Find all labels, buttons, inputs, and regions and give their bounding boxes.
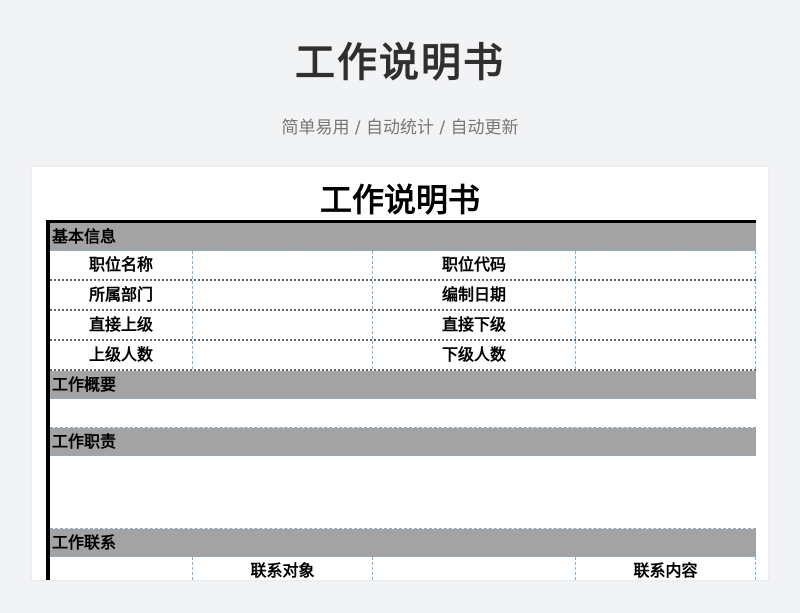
value-cell[interactable] (193, 311, 373, 339)
section-basic-info: 基本信息 (50, 223, 756, 251)
table-row: 直接上级 直接下级 (50, 311, 756, 341)
label-cell: 直接上级 (50, 311, 193, 339)
label-cell: 直接下级 (373, 311, 576, 339)
blank-cell (50, 557, 193, 580)
document-sheet: 工作说明书 基本信息 职位名称 职位代码 所属部门 编制日期 直接上级 直接下级… (32, 167, 768, 580)
page-title: 工作说明书 (295, 40, 505, 86)
label-cell: 职位代码 (373, 251, 576, 279)
label-cell: 编制日期 (373, 281, 576, 309)
value-cell[interactable] (576, 341, 756, 369)
sheet-title: 工作说明书 (319, 181, 480, 219)
section-duties: 工作职责 (50, 428, 756, 456)
contact-target-header: 联系对象 (193, 557, 373, 580)
page-subtitle: 简单易用 / 自动统计 / 自动更新 (281, 118, 519, 138)
value-cell[interactable] (193, 281, 373, 309)
value-cell[interactable] (576, 251, 756, 279)
table-row: 上级人数 下级人数 (50, 341, 756, 371)
value-cell[interactable] (193, 341, 373, 369)
section-contact: 工作联系 (50, 529, 756, 557)
section-overview: 工作概要 (50, 371, 756, 399)
table-row: 所属部门 编制日期 (50, 281, 756, 311)
overview-input-area[interactable] (50, 399, 756, 428)
value-cell[interactable] (576, 311, 756, 339)
duties-input-area[interactable] (50, 456, 756, 529)
value-cell[interactable] (576, 281, 756, 309)
value-cell[interactable] (193, 251, 373, 279)
label-cell: 下级人数 (373, 341, 576, 369)
table-row: 职位名称 职位代码 (50, 251, 756, 281)
label-cell: 上级人数 (50, 341, 193, 369)
contact-header-row: 联系对象 联系内容 (50, 557, 756, 580)
label-cell: 职位名称 (50, 251, 193, 279)
blank-cell (373, 557, 576, 580)
label-cell: 所属部门 (50, 281, 193, 309)
job-description-form: 基本信息 职位名称 职位代码 所属部门 编制日期 直接上级 直接下级 上级人数 … (46, 220, 756, 580)
contact-content-header: 联系内容 (576, 557, 756, 580)
